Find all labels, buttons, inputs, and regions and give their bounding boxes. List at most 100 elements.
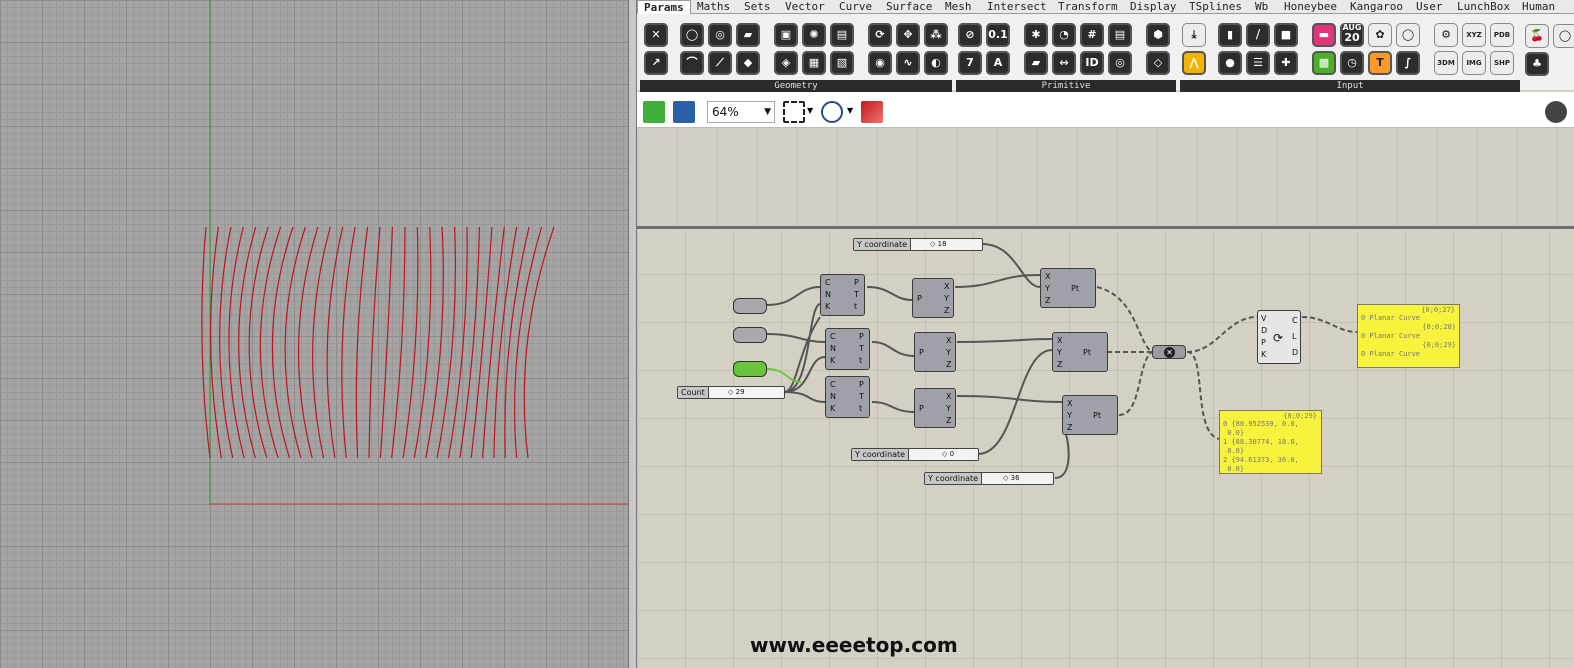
brep-param-icon[interactable]: ✺ xyxy=(802,23,826,47)
cherry-icon[interactable]: 🍒 xyxy=(1525,24,1549,48)
curve-param-3[interactable] xyxy=(733,361,767,377)
file-path-param-icon[interactable]: ▤ xyxy=(1108,23,1132,47)
toggle-icon[interactable]: ▮ xyxy=(1218,23,1242,47)
geometry-cache-icon[interactable]: ◉ xyxy=(868,51,892,75)
tab-transform[interactable]: Transform xyxy=(1058,0,1118,14)
color-wheel-icon[interactable]: ✿ xyxy=(1368,23,1392,47)
calendar-icon[interactable]: AUG 20 xyxy=(1340,23,1364,47)
circle-tool-icon[interactable]: ◯ xyxy=(1553,24,1574,48)
y-coordinate-slider-top[interactable]: Y coordinate ◇ 18 xyxy=(853,238,983,251)
atom-param-icon[interactable]: ◐ xyxy=(924,51,948,75)
arc-param-icon[interactable]: ⌒ xyxy=(680,51,704,75)
slider-icon[interactable]: ⧸ xyxy=(1246,23,1270,47)
vector-param-icon[interactable]: ↗ xyxy=(644,51,668,75)
points-output-panel[interactable]: {0;0;29} 0 {80.952539, 0.0, 0.0} 1 {88.3… xyxy=(1219,410,1322,474)
interpolate-curve-node[interactable]: V D P K C L D ⟳ xyxy=(1257,310,1301,364)
text-param-icon[interactable]: A xyxy=(986,51,1010,75)
integer-param-icon[interactable]: 7 xyxy=(958,51,982,75)
boolean-param-icon[interactable]: ⊘ xyxy=(958,23,982,47)
construct-point-node-1[interactable]: X Y Z Pt xyxy=(1040,268,1096,308)
deconstruct-point-node-2[interactable]: P X Y Z xyxy=(914,332,956,372)
md-slider-icon[interactable]: ✚ xyxy=(1274,51,1298,75)
tab-intersect[interactable]: Intersect xyxy=(987,0,1047,14)
tab-params[interactable]: Params xyxy=(637,0,691,14)
merge-node[interactable]: ✕ xyxy=(1152,345,1186,359)
atom-data-icon[interactable]: ⚙ xyxy=(1434,23,1458,47)
geometry-param-icon[interactable]: ✕ xyxy=(644,23,668,47)
tab-wb[interactable]: Wb xyxy=(1255,0,1268,14)
tab-mesh[interactable]: Mesh xyxy=(945,0,972,14)
control-knob-icon[interactable]: T xyxy=(1368,51,1392,75)
colour-param-icon[interactable]: ✱ xyxy=(1024,23,1048,47)
shader-param-icon[interactable]: ◇ xyxy=(1146,51,1170,75)
divide-curve-node-1[interactable]: C N K P T t xyxy=(820,274,865,316)
import-pdb-icon[interactable]: PDB xyxy=(1490,23,1514,47)
tab-kangaroo[interactable]: Kangaroo xyxy=(1350,0,1403,14)
tab-display[interactable]: Display xyxy=(1130,0,1176,14)
sketch-pen-icon[interactable] xyxy=(861,101,883,123)
button-icon[interactable]: ● xyxy=(1218,51,1242,75)
zoom-extents-icon[interactable] xyxy=(783,101,805,123)
number-param-icon[interactable]: 0.1 xyxy=(986,23,1010,47)
graph-mapper-icon[interactable]: ⋀ xyxy=(1182,51,1206,75)
y-coordinate-slider-bottom[interactable]: Y coordinate ◇ 36 xyxy=(924,472,1054,485)
import-icon[interactable]: ⤓ xyxy=(1182,23,1206,47)
field-param-icon[interactable]: ▤ xyxy=(830,23,854,47)
line-param-icon[interactable]: ⟋ xyxy=(708,51,732,75)
deconstruct-point-node-1[interactable]: P X Y Z xyxy=(912,278,954,318)
curve-param-1[interactable] xyxy=(733,298,767,314)
plane-param-icon[interactable]: ▰ xyxy=(736,23,760,47)
tab-curve[interactable]: Curve xyxy=(839,0,872,14)
transform-param-icon[interactable]: ✥ xyxy=(896,23,920,47)
circle-param-icon[interactable]: ◯ xyxy=(680,23,704,47)
preview-eye-icon[interactable] xyxy=(821,101,843,123)
construct-point-node-3[interactable]: X Y Z Pt xyxy=(1062,395,1118,435)
import-shp-icon[interactable]: SHP xyxy=(1490,51,1514,75)
box-param-icon[interactable]: ▣ xyxy=(774,23,798,47)
colour-swatch-icon[interactable]: ▩ xyxy=(1312,51,1336,75)
divide-curve-node-3[interactable]: C N K P T t xyxy=(825,376,870,418)
guid-param-icon[interactable]: ID xyxy=(1080,51,1104,75)
panel-icon[interactable]: ■ xyxy=(1274,23,1298,47)
tab-maths[interactable]: Maths xyxy=(697,0,730,14)
import-image-icon[interactable]: IMG xyxy=(1462,51,1486,75)
open-file-icon[interactable] xyxy=(643,101,665,123)
value-list-icon[interactable]: ☰ xyxy=(1246,51,1270,75)
viewport-ball-icon[interactable] xyxy=(1545,101,1567,123)
tab-human[interactable]: Human xyxy=(1522,0,1555,14)
gradient-icon[interactable]: ▬ xyxy=(1312,23,1336,47)
tab-tsplines[interactable]: TSplines xyxy=(1189,0,1242,14)
generic-param-icon[interactable]: ⬢ xyxy=(1146,23,1170,47)
domain-param-icon[interactable]: ◎ xyxy=(1108,51,1132,75)
surface-param-icon[interactable]: ◈ xyxy=(774,51,798,75)
mesh-face-param-icon[interactable]: ▧ xyxy=(830,51,854,75)
rhino-viewport[interactable] xyxy=(0,0,628,668)
tab-honeybee[interactable]: Honeybee xyxy=(1284,0,1337,14)
zoom-extents-chevron-icon[interactable]: ▼ xyxy=(807,106,813,115)
clock-icon[interactable]: ◷ xyxy=(1340,51,1364,75)
tab-surface[interactable]: Surface xyxy=(886,0,932,14)
tree-icon[interactable]: ♣ xyxy=(1525,52,1549,76)
construct-point-node-2[interactable]: X Y Z Pt xyxy=(1052,332,1108,372)
save-file-icon[interactable] xyxy=(673,101,695,123)
twisted-box-icon[interactable]: ∿ xyxy=(896,51,920,75)
curve-param-2[interactable] xyxy=(733,327,767,343)
mesh-param-icon[interactable]: ▦ xyxy=(802,51,826,75)
window-splitter[interactable] xyxy=(628,0,637,668)
point-param-icon[interactable]: ◆ xyxy=(736,51,760,75)
tab-sets[interactable]: Sets xyxy=(744,0,771,14)
import-3dm-icon[interactable]: 3DM xyxy=(1434,51,1458,75)
curves-output-panel[interactable]: {0;0;27} 0 Planar Curve {0;0;28} 0 Plana… xyxy=(1357,304,1460,368)
tab-vector[interactable]: Vector xyxy=(785,0,825,14)
divide-curve-node-2[interactable]: C N K P T t xyxy=(825,328,870,370)
y-coordinate-slider-mid[interactable]: Y coordinate ◇ 0 xyxy=(851,448,979,461)
colour-picker-icon[interactable]: ◯ xyxy=(1396,23,1420,47)
curve-param-icon[interactable]: ◎ xyxy=(708,23,732,47)
import-coordinates-icon[interactable]: XYZ xyxy=(1462,23,1486,47)
tab-lunchbox[interactable]: LunchBox xyxy=(1457,0,1510,14)
complex-param-icon[interactable]: ◔ xyxy=(1052,23,1076,47)
preview-chevron-icon[interactable]: ▼ xyxy=(847,106,853,115)
matrix-param-icon[interactable]: # xyxy=(1080,23,1104,47)
bezier-graph-icon[interactable]: ∫ xyxy=(1396,51,1420,75)
interval-param-icon[interactable]: ↔ xyxy=(1052,51,1076,75)
